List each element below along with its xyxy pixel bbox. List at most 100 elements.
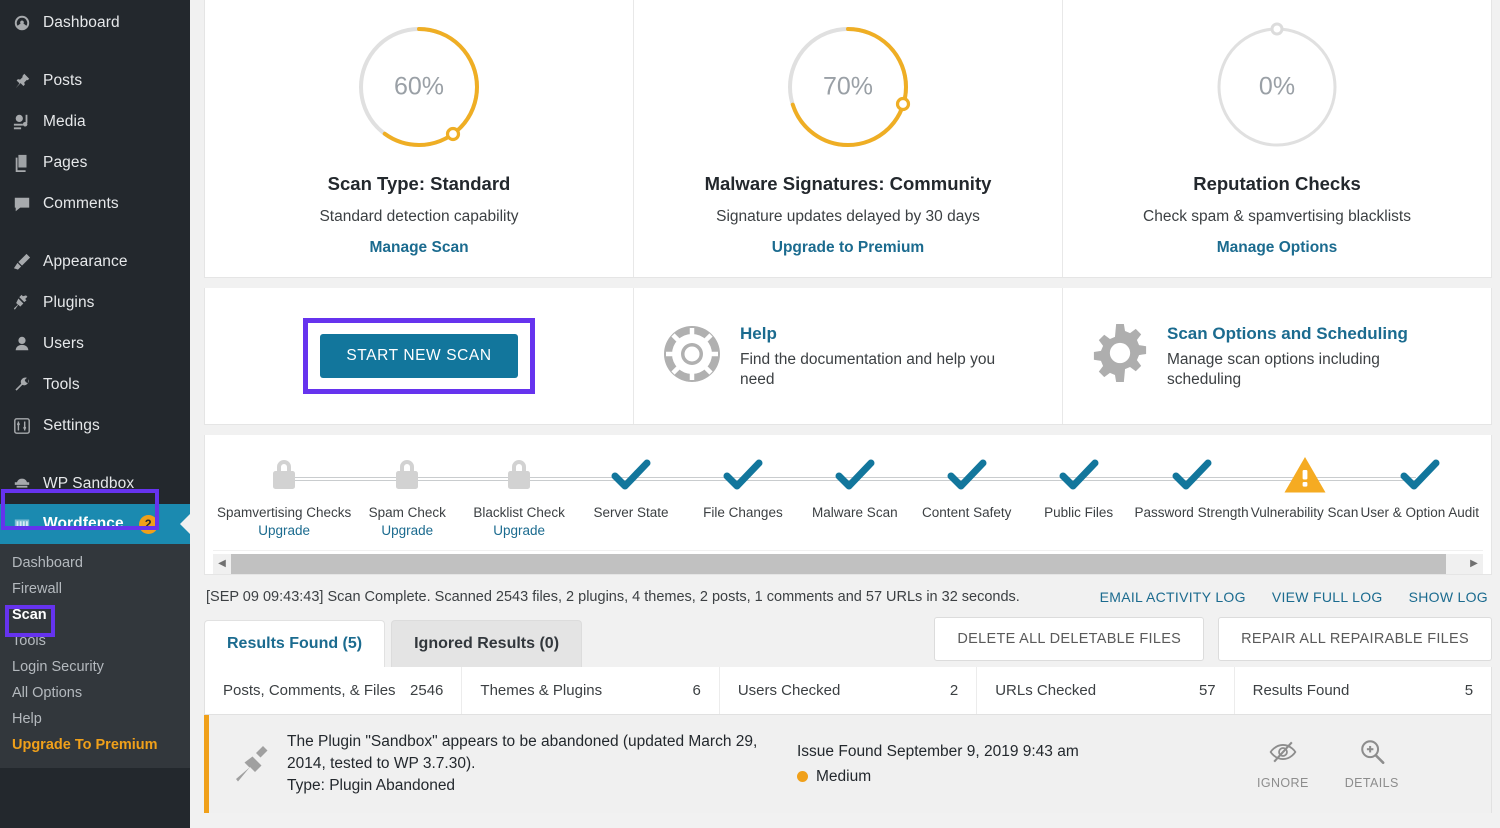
stage-upgrade-link[interactable]: Upgrade [381, 523, 433, 538]
stage-password-strength: Password Strength [1135, 453, 1249, 523]
scan-log-message: [SEP 09 09:43:43] Scan Complete. Scanned… [206, 589, 1020, 605]
result-actions: IGNORE DETAILS [1257, 739, 1413, 790]
tab-results-found[interactable]: Results Found (5) [204, 620, 385, 667]
show-log-link[interactable]: SHOW LOG [1409, 589, 1488, 605]
scan-summary-row: Posts, Comments, & Files 2546 Themes & P… [204, 667, 1492, 715]
scan-options-title[interactable]: Scan Options and Scheduling [1167, 324, 1432, 344]
sidebar-item-plugins[interactable]: Plugins [0, 282, 190, 323]
result-type: Type: Plugin Abandoned [287, 775, 787, 797]
lock-icon [505, 453, 533, 497]
scan-actions-row: START NEW SCAN [204, 288, 1492, 425]
scan-type-percent: 60% [351, 73, 487, 102]
sidebar-subitem-all-options[interactable]: All Options [0, 680, 190, 706]
sidebar-item-dashboard[interactable]: Dashboard [0, 2, 190, 43]
stage-label: User & Option Audit [1361, 505, 1480, 520]
upgrade-to-premium-link[interactable]: Upgrade to Premium [772, 239, 924, 257]
stages-horizontal-scrollbar[interactable]: ◀ ▶ [213, 550, 1483, 574]
scan-type-subtitle: Standard detection capability [319, 208, 518, 226]
scrollbar-thumb[interactable] [231, 554, 1446, 574]
pin-icon [12, 71, 32, 91]
tab-ignored-results[interactable]: Ignored Results (0) [391, 620, 582, 667]
malware-signatures-title: Malware Signatures: Community [705, 173, 992, 195]
sidebar-item-media[interactable]: Media [0, 101, 190, 142]
sidebar-item-pages[interactable]: Pages [0, 142, 190, 183]
ignore-button[interactable]: IGNORE [1257, 739, 1309, 790]
sidebar-subitem-firewall[interactable]: Firewall [0, 576, 190, 602]
stage-blacklist-check: Blacklist Check Upgrade [463, 453, 575, 538]
scroll-right-arrow-icon[interactable]: ▶ [1465, 554, 1483, 574]
sidebar-item-wordfence[interactable]: Wordfence 2 [0, 504, 190, 544]
sidebar-item-settings[interactable]: Settings [0, 405, 190, 446]
sidebar-item-label: Settings [43, 417, 100, 435]
check-icon [1172, 453, 1212, 497]
scrollbar-track[interactable] [231, 554, 1465, 574]
stage-server-state: Server State [575, 453, 687, 523]
malware-signatures-gauge: 70% [780, 19, 916, 155]
scan-type-gauge: 60% [351, 19, 487, 155]
delete-all-deletable-files-button[interactable]: DELETE ALL DELETABLE FILES [934, 617, 1204, 661]
plug-icon [223, 743, 287, 785]
stage-label: Spamvertising Checks [217, 505, 351, 520]
scan-status-cards: 60% Scan Type: Standard Standard detecti… [204, 0, 1492, 278]
malware-signatures-percent: 70% [780, 73, 916, 102]
stage-label: File Changes [703, 505, 783, 520]
sidebar-subitem-help[interactable]: Help [0, 706, 190, 732]
help-description: Find the documentation and help you need [740, 350, 1005, 390]
wordfence-scan-page: Dashboard Posts Media Pages Commen [0, 0, 1500, 828]
sidebar-item-wp-sandbox[interactable]: WP Sandbox [0, 463, 190, 504]
stage-label: Blacklist Check [473, 505, 565, 520]
email-activity-log-link[interactable]: EMAIL ACTIVITY LOG [1100, 589, 1246, 605]
result-metadata: Issue Found September 9, 2019 9:43 am Me… [787, 743, 1257, 786]
malware-signatures-card: 70% Malware Signatures: Community Signat… [633, 0, 1062, 277]
summary-label: Users Checked [738, 682, 841, 699]
stage-label: Malware Scan [812, 505, 898, 520]
check-icon [1059, 453, 1099, 497]
details-label: DETAILS [1345, 776, 1399, 790]
stage-label: Spam Check [369, 505, 446, 520]
summary-urls-checked: URLs Checked 57 [976, 667, 1233, 714]
severity-label: Medium [816, 768, 871, 786]
stage-upgrade-link[interactable]: Upgrade [493, 523, 545, 538]
scan-result-row[interactable]: The Plugin "Sandbox" appears to be aband… [204, 715, 1492, 813]
wordfence-badge: 2 [139, 515, 158, 534]
reputation-checks-title: Reputation Checks [1193, 173, 1361, 195]
summary-label: Posts, Comments, & Files [223, 682, 396, 699]
sidebar-subitem-scan[interactable]: Scan [0, 602, 190, 628]
wrench-icon [12, 375, 32, 395]
brush-icon [12, 252, 32, 272]
result-description: The Plugin "Sandbox" appears to be aband… [287, 731, 787, 797]
wordfence-icon [12, 514, 32, 534]
manage-scan-link[interactable]: Manage Scan [369, 239, 468, 257]
wordfence-submenu: Dashboard Firewall Scan Tools Login Secu… [0, 544, 190, 768]
sidebar-item-comments[interactable]: Comments [0, 183, 190, 224]
summary-posts-comments-files: Posts, Comments, & Files 2546 [205, 667, 461, 714]
sidebar-subitem-login-security[interactable]: Login Security [0, 654, 190, 680]
summary-themes-plugins: Themes & Plugins 6 [461, 667, 718, 714]
sidebar-item-appearance[interactable]: Appearance [0, 241, 190, 282]
stage-upgrade-link[interactable]: Upgrade [258, 523, 310, 538]
sidebar-subitem-dashboard[interactable]: Dashboard [0, 550, 190, 576]
sidebar-item-label: Plugins [43, 294, 95, 312]
sidebar-divider [0, 446, 190, 463]
scan-type-card: 60% Scan Type: Standard Standard detecti… [205, 0, 633, 277]
scroll-left-arrow-icon[interactable]: ◀ [213, 554, 231, 574]
sidebar-item-tools[interactable]: Tools [0, 364, 190, 405]
start-new-scan-button[interactable]: START NEW SCAN [320, 334, 517, 378]
manage-options-link[interactable]: Manage Options [1217, 239, 1338, 257]
sidebar-divider [0, 224, 190, 241]
sidebar-item-posts[interactable]: Posts [0, 60, 190, 101]
stage-file-changes: File Changes [687, 453, 799, 523]
help-title[interactable]: Help [740, 324, 1005, 344]
stage-label: Server State [594, 505, 669, 520]
details-button[interactable]: DETAILS [1345, 739, 1399, 790]
sidebar-subitem-upgrade-to-premium[interactable]: Upgrade To Premium [0, 732, 190, 758]
scan-options-cell[interactable]: Scan Options and Scheduling Manage scan … [1062, 288, 1491, 424]
warning-triangle-icon [1284, 453, 1326, 497]
sidebar-subitem-tools[interactable]: Tools [0, 628, 190, 654]
sidebar-item-label: Dashboard [43, 14, 120, 32]
view-full-log-link[interactable]: VIEW FULL LOG [1272, 589, 1383, 605]
sidebar-item-users[interactable]: Users [0, 323, 190, 364]
help-cell[interactable]: Help Find the documentation and help you… [633, 288, 1062, 424]
repair-all-repairable-files-button[interactable]: REPAIR ALL REPAIRABLE FILES [1218, 617, 1492, 661]
stage-label: Public Files [1044, 505, 1113, 520]
